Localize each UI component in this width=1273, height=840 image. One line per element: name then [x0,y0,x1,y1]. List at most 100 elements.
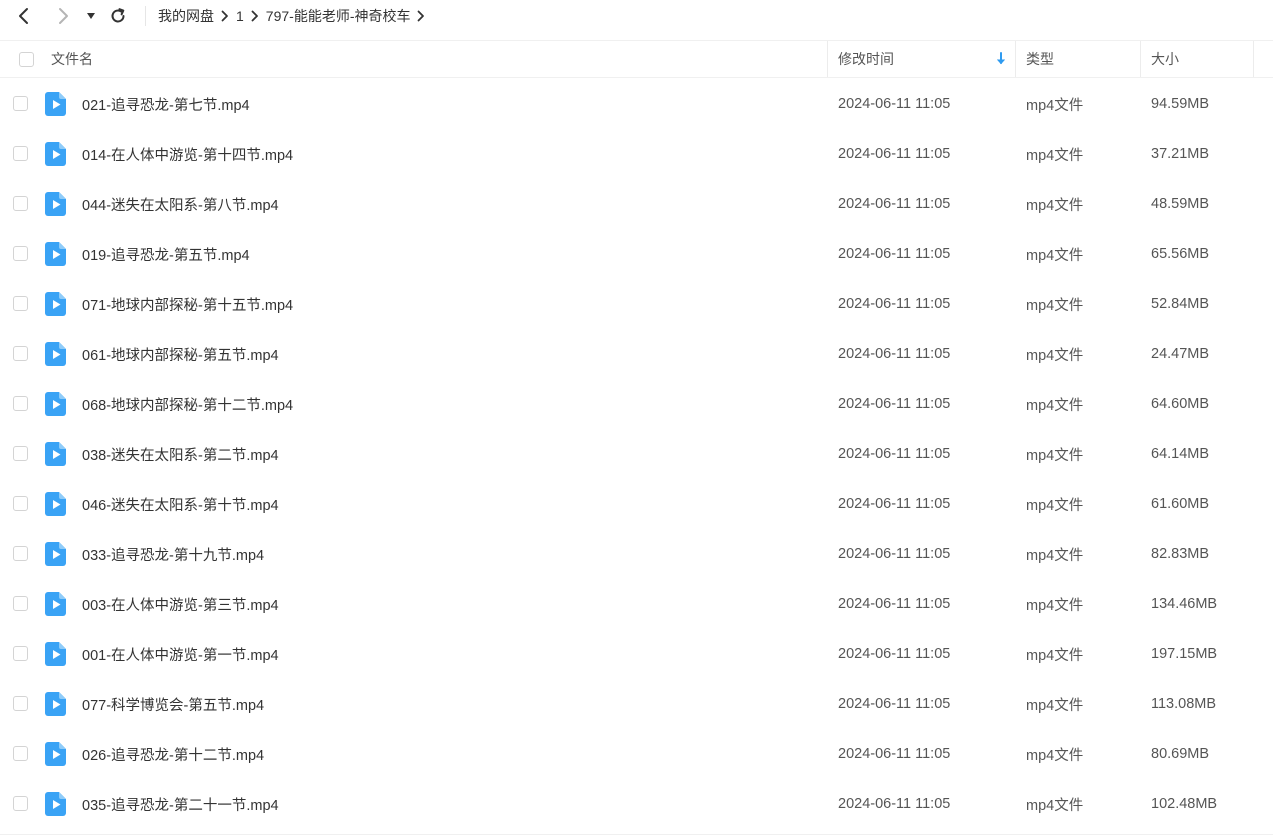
file-modified: 2024-06-11 11:05 [838,546,951,562]
row-checkbox[interactable] [13,446,28,461]
file-row[interactable]: 061-地球内部探秘-第五节.mp4 2024-06-11 11:05 mp4文件 2… [0,329,1273,379]
breadcrumb-item-current[interactable]: 797-能能老师-神奇校车 [266,6,411,26]
file-name[interactable]: 033-追寻恐龙-第十九节.mp4 [82,529,264,579]
file-name[interactable]: 035-追寻恐龙-第二十一节.mp4 [82,779,279,829]
chevron-right-icon [214,6,236,26]
file-row[interactable]: 044-迷失在太阳系-第八节.mp4 2024-06-11 11:05 mp4文件 4… [0,179,1273,229]
file-size: 80.69MB [1151,746,1210,762]
file-type: mp4文件 [1026,247,1084,264]
file-row[interactable]: 014-在人体中游览-第十四节.mp4 2024-06-11 11:05 mp4文件… [0,129,1273,179]
row-checkbox[interactable] [13,146,28,161]
file-type: mp4文件 [1026,197,1084,214]
file-modified: 2024-06-11 11:05 [838,696,951,712]
file-size: 64.60MB [1151,396,1210,412]
file-name[interactable]: 019-追寻恐龙-第五节.mp4 [82,229,250,279]
file-name[interactable]: 071-地球内部探秘-第十五节.mp4 [82,279,293,329]
row-checkbox[interactable] [13,646,28,661]
column-divider[interactable] [827,41,828,77]
file-row[interactable]: 046-迷失在太阳系-第十节.mp4 2024-06-11 11:05 mp4文件 6… [0,479,1273,529]
breadcrumb-item-root[interactable]: 我的网盘 [158,6,214,26]
breadcrumb-item-folder[interactable]: 1 [236,8,244,24]
column-header-name[interactable]: 文件名 [51,41,93,77]
video-file-icon [45,742,67,766]
row-checkbox[interactable] [13,596,28,611]
file-modified: 2024-06-11 11:05 [838,396,951,412]
file-row[interactable]: 003-在人体中游览-第三节.mp4 2024-06-11 11:05 mp4文件 1… [0,579,1273,629]
file-size: 113.08MB [1151,696,1217,712]
row-checkbox[interactable] [13,396,28,411]
column-divider[interactable] [1015,41,1016,77]
file-name[interactable]: 003-在人体中游览-第三节.mp4 [82,579,279,629]
chevron-left-icon[interactable] [13,5,35,27]
file-name[interactable]: 077-科学博览会-第五节.mp4 [82,679,264,729]
file-name[interactable]: 026-追寻恐龙-第十二节.mp4 [82,729,264,779]
file-modified: 2024-06-11 11:05 [838,796,951,812]
file-name[interactable]: 021-追寻恐龙-第七节.mp4 [82,79,250,129]
file-size: 197.15MB [1151,646,1218,662]
file-type: mp4文件 [1026,347,1084,364]
file-name[interactable]: 061-地球内部探秘-第五节.mp4 [82,329,279,379]
video-file-icon [45,142,67,166]
row-checkbox[interactable] [13,196,28,211]
file-type: mp4文件 [1026,597,1084,614]
file-row[interactable]: 026-追寻恐龙-第十二节.mp4 2024-06-11 11:05 mp4文件 80… [0,729,1273,779]
video-file-icon [45,392,67,416]
file-name[interactable]: 038-迷失在太阳系-第二节.mp4 [82,429,279,479]
column-header-size[interactable]: 大小 [1151,41,1179,77]
file-size: 64.14MB [1151,446,1210,462]
navigation-toolbar: 我的网盘 1 797-能能老师-神奇校车 [0,0,1273,33]
column-header-type[interactable]: 类型 [1026,41,1054,77]
video-file-icon [45,592,67,616]
row-checkbox[interactable] [13,246,28,261]
file-row[interactable]: 071-地球内部探秘-第十五节.mp4 2024-06-11 11:05 mp4文件… [0,279,1273,329]
file-size: 134.46MB [1151,596,1218,612]
video-file-icon [45,292,67,316]
file-type: mp4文件 [1026,97,1084,114]
row-checkbox[interactable] [13,696,28,711]
file-list-header: 文件名 修改时间 类型 大小 [0,40,1273,78]
select-all-checkbox[interactable] [19,52,34,67]
column-divider[interactable] [1140,41,1141,77]
file-row[interactable]: 068-地球内部探秘-第十二节.mp4 2024-06-11 11:05 mp4文件… [0,379,1273,429]
row-checkbox[interactable] [13,96,28,111]
toolbar-divider [145,6,146,26]
chevron-right-icon[interactable] [52,5,74,27]
file-type: mp4文件 [1026,497,1084,514]
column-header-modified[interactable]: 修改时间 [838,41,894,77]
file-modified: 2024-06-11 11:05 [838,596,951,612]
caret-down-icon[interactable] [82,5,100,27]
file-row[interactable]: 035-追寻恐龙-第二十一节.mp4 2024-06-11 11:05 mp4文件 1… [0,779,1273,829]
row-checkbox[interactable] [13,796,28,811]
file-size: 82.83MB [1151,546,1210,562]
file-row[interactable]: 077-科学博览会-第五节.mp4 2024-06-11 11:05 mp4文件 11… [0,679,1273,729]
file-name[interactable]: 044-迷失在太阳系-第八节.mp4 [82,179,279,229]
file-type: mp4文件 [1026,747,1084,764]
file-row[interactable]: 021-追寻恐龙-第七节.mp4 2024-06-11 11:05 mp4文件 94.… [0,79,1273,129]
refresh-icon[interactable] [107,5,129,27]
arrow-down-icon[interactable] [995,41,1007,77]
row-checkbox[interactable] [13,346,28,361]
file-row[interactable]: 001-在人体中游览-第一节.mp4 2024-06-11 11:05 mp4文件 1… [0,629,1273,679]
row-checkbox[interactable] [13,296,28,311]
file-row[interactable]: 033-追寻恐龙-第十九节.mp4 2024-06-11 11:05 mp4文件 82… [0,529,1273,579]
file-name[interactable]: 068-地球内部探秘-第十二节.mp4 [82,379,293,429]
file-name[interactable]: 001-在人体中游览-第一节.mp4 [82,629,279,679]
row-checkbox[interactable] [13,746,28,761]
video-file-icon [45,642,67,666]
file-modified: 2024-06-11 11:05 [838,446,951,462]
file-modified: 2024-06-11 11:05 [838,646,951,662]
file-type: mp4文件 [1026,297,1084,314]
column-divider[interactable] [1253,41,1254,77]
row-checkbox[interactable] [13,546,28,561]
file-name[interactable]: 046-迷失在太阳系-第十节.mp4 [82,479,279,529]
file-modified: 2024-06-11 11:05 [838,246,951,262]
file-name[interactable]: 014-在人体中游览-第十四节.mp4 [82,129,293,179]
chevron-right-icon[interactable] [410,6,432,26]
file-row[interactable]: 019-追寻恐龙-第五节.mp4 2024-06-11 11:05 mp4文件 65.… [0,229,1273,279]
file-row[interactable]: 038-迷失在太阳系-第二节.mp4 2024-06-11 11:05 mp4文件 6… [0,429,1273,479]
file-modified: 2024-06-11 11:05 [838,146,951,162]
video-file-icon [45,692,67,716]
row-checkbox[interactable] [13,496,28,511]
file-type: mp4文件 [1026,447,1084,464]
file-type: mp4文件 [1026,647,1084,664]
